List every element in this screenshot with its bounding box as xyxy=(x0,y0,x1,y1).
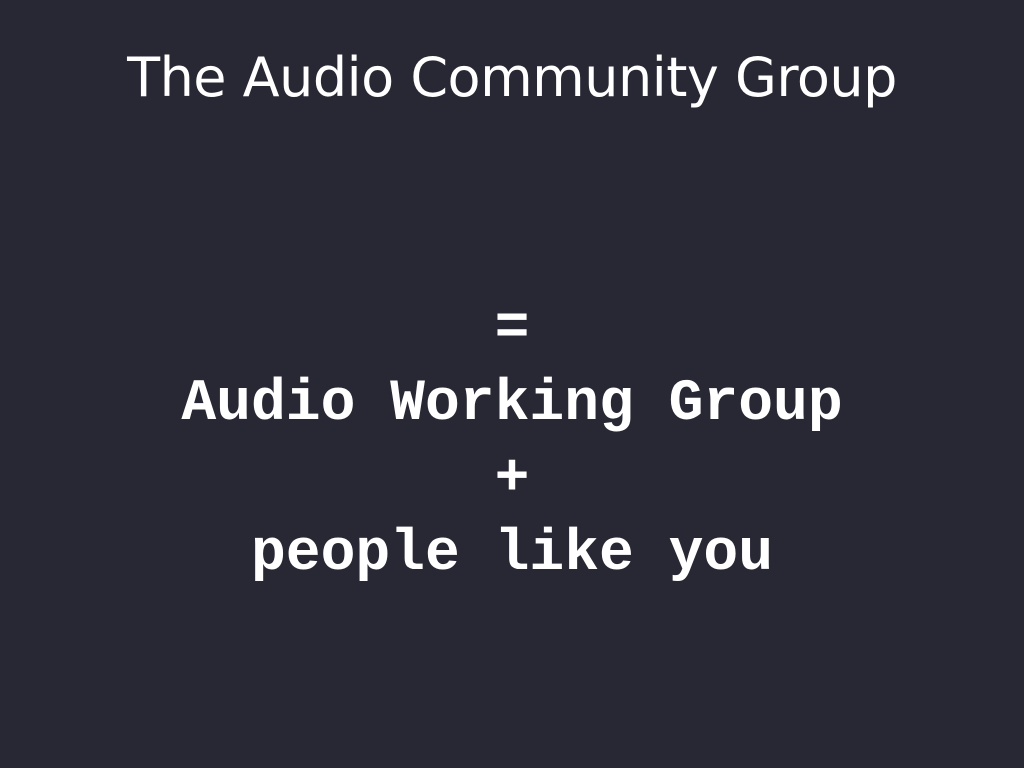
slide: The Audio Community Group = Audio Workin… xyxy=(0,0,1024,768)
plus-line: + xyxy=(494,447,530,512)
audio-working-group-line: Audio Working Group xyxy=(181,372,843,437)
slide-title: The Audio Community Group xyxy=(127,46,897,109)
equals-line: = xyxy=(494,297,530,362)
people-like-you-line: people like you xyxy=(250,522,774,587)
slide-body: = Audio Working Group + people like you xyxy=(0,292,1024,592)
